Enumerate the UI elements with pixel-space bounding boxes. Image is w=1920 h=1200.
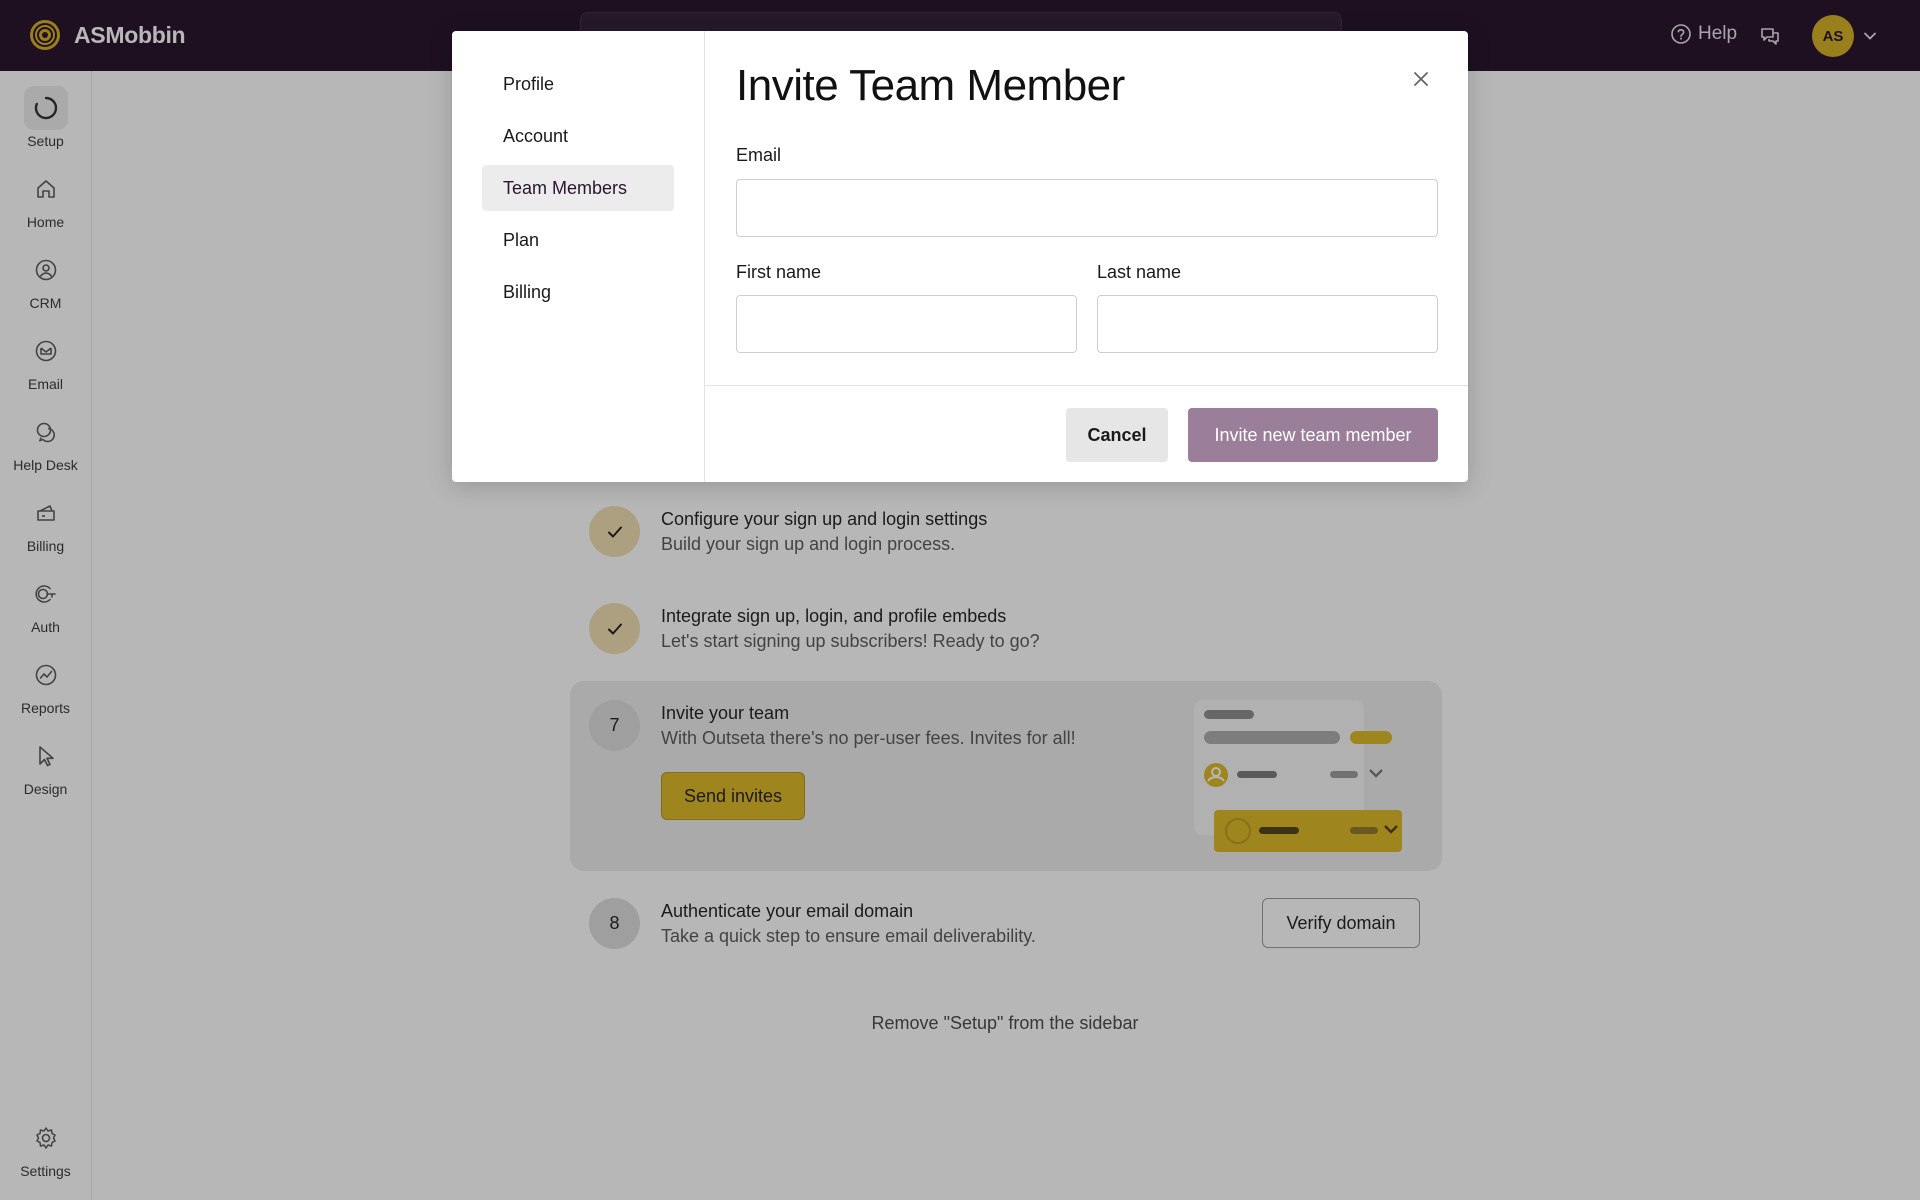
close-icon[interactable] [1407,65,1435,93]
nav-item-team-members[interactable]: Team Members [482,165,674,211]
invite-team-member-modal: Profile Account Team Members Plan Billin… [452,31,1468,482]
footer-divider [705,385,1468,386]
first-name-label: First name [736,262,822,282]
first-name-field[interactable] [736,295,1077,353]
cancel-button[interactable]: Cancel [1066,408,1168,462]
invite-new-team-member-button[interactable]: Invite new team member [1188,408,1438,462]
last-name-label: Last name [1097,262,1182,282]
nav-item-profile[interactable]: Profile [482,61,674,107]
email-label: Email [736,145,782,165]
settings-nav: Profile Account Team Members Plan Billin… [452,31,705,482]
modal-title: Invite Team Member [736,61,1125,110]
nav-item-billing[interactable]: Billing [482,269,674,315]
last-name-field[interactable] [1097,295,1438,353]
nav-item-plan[interactable]: Plan [482,217,674,263]
nav-item-account[interactable]: Account [482,113,674,159]
email-field[interactable] [736,179,1438,237]
